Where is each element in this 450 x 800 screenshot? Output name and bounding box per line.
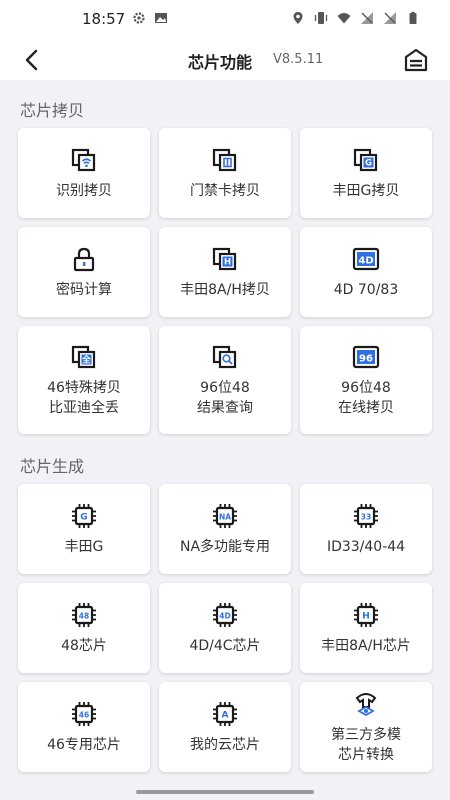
card-chip-cloud[interactable]: A 我的云芯片: [159, 682, 291, 772]
card-chip-4d[interactable]: 4D 4D/4C芯片: [159, 583, 291, 673]
card-chip-h[interactable]: H 丰田8A/H芯片: [300, 583, 432, 673]
svg-text:96: 96: [359, 354, 373, 365]
svg-text:46: 46: [79, 710, 89, 719]
card-label: 96位48 结果查询: [197, 380, 253, 416]
status-bar: 18:57: [0, 0, 450, 40]
svg-text:H: H: [224, 258, 231, 268]
copy-g-icon: G: [353, 148, 378, 172]
chip-convert-icon: [355, 693, 377, 717]
96-icon: 96: [352, 345, 380, 369]
chip-46-icon: 46: [72, 702, 96, 726]
card-label: 丰田8A/H拷贝: [180, 282, 270, 298]
card-label: 丰田G拷贝: [332, 183, 400, 199]
svg-text:G: G: [80, 512, 87, 522]
chip-cloud-icon: A: [213, 702, 237, 726]
card-chip-g[interactable]: G 丰田G: [18, 484, 150, 574]
card-label: 门禁卡拷贝: [190, 183, 260, 199]
card-label: 4D/4C芯片: [189, 638, 261, 654]
chip-na-icon: NA: [213, 504, 237, 528]
chip-33-icon: 33: [354, 504, 378, 528]
svg-text:NA: NA: [219, 512, 231, 521]
home-indicator: [136, 790, 314, 794]
image-icon: [155, 13, 167, 23]
card-label: 第三方多模 芯片转换: [331, 727, 401, 763]
lock-icon: [73, 247, 95, 272]
settings-icon: [133, 12, 145, 24]
vibrate-icon: [314, 12, 328, 24]
card-label: 识别拷贝: [56, 183, 112, 199]
location-icon: [293, 12, 303, 24]
svg-text:48: 48: [79, 611, 89, 620]
card-chip-33[interactable]: 33 ID33/40-44: [300, 484, 432, 574]
wifi-icon: [337, 13, 351, 24]
section-title-chip-generate: 芯片生成: [20, 457, 85, 476]
card-96[interactable]: 96 96位48 在线拷贝: [300, 326, 432, 434]
svg-text:全: 全: [81, 355, 91, 366]
status-time: 18:57: [82, 10, 126, 28]
chip-4d-icon: 4D: [213, 603, 237, 627]
4d-icon: 4D: [352, 247, 380, 271]
chip-48-icon: 48: [72, 603, 96, 627]
card-chip-convert[interactable]: 第三方多模 芯片转换: [300, 682, 432, 772]
card-4d[interactable]: 4D 4D 70/83: [300, 227, 432, 317]
back-arrow-icon[interactable]: [18, 46, 46, 74]
card-copy-wifi[interactable]: 识别拷贝: [18, 128, 150, 218]
card-label: NA多功能专用: [179, 539, 271, 555]
section-title-chip-copy: 芯片拷贝: [20, 101, 85, 120]
card-chip-48[interactable]: 48 48芯片: [18, 583, 150, 673]
chip-h-icon: H: [354, 603, 378, 627]
signal-off-icon: [361, 12, 373, 24]
svg-text:4D: 4D: [358, 256, 373, 267]
card-copy-search[interactable]: 96位48 结果查询: [159, 326, 291, 434]
card-label: 46专用芯片: [47, 737, 121, 753]
chip-g-icon: G: [72, 504, 96, 528]
copy-card-icon: [212, 148, 237, 172]
card-label: 丰田G: [64, 539, 104, 555]
header-bar: 芯片功能 V8.5.11: [0, 40, 450, 80]
copy-h-icon: H: [212, 247, 237, 271]
battery-icon: [409, 11, 417, 24]
svg-text:H: H: [362, 611, 370, 621]
card-copy-g[interactable]: G 丰田G拷贝: [300, 128, 432, 218]
page-title: 芯片功能: [188, 53, 253, 72]
card-label: ID33/40-44: [326, 539, 406, 555]
card-label: 4D 70/83: [333, 282, 399, 298]
card-label: 我的云芯片: [190, 737, 260, 753]
chip-generate-grid: G 丰田G NA NA多功能专用 33 ID33/40-44 48 48芯片 4D 4D/4C芯片…: [18, 484, 432, 772]
copy-search-icon: [212, 345, 237, 369]
card-copy-quan[interactable]: 全 46特殊拷贝 比亚迪全丢: [18, 326, 150, 434]
card-label: 密码计算: [56, 282, 112, 298]
svg-text:33: 33: [361, 512, 371, 521]
card-label: 丰田8A/H芯片: [321, 638, 411, 654]
card-label: 48芯片: [61, 638, 107, 654]
chip-copy-grid: 识别拷贝 门禁卡拷贝 G 丰田G拷贝密码计算 H 丰田8A/H拷贝 4D 4D 70/83 全 4…: [18, 128, 432, 434]
card-lock[interactable]: 密码计算: [18, 227, 150, 317]
card-label: 46特殊拷贝 比亚迪全丢: [47, 380, 121, 416]
card-copy-card[interactable]: 门禁卡拷贝: [159, 128, 291, 218]
home-icon[interactable]: [402, 46, 430, 74]
copy-quan-icon: 全: [71, 345, 96, 369]
svg-text:G: G: [365, 159, 372, 169]
svg-text:A: A: [222, 710, 229, 720]
card-chip-46[interactable]: 46 46专用芯片: [18, 682, 150, 772]
signal-off-icon-2: [384, 12, 396, 24]
card-label: 96位48 在线拷贝: [338, 380, 394, 416]
card-copy-h[interactable]: H 丰田8A/H拷贝: [159, 227, 291, 317]
card-chip-na[interactable]: NA NA多功能专用: [159, 484, 291, 574]
copy-wifi-icon: [71, 148, 96, 172]
version-label: V8.5.11: [273, 52, 324, 67]
svg-text:4D: 4D: [219, 611, 230, 620]
